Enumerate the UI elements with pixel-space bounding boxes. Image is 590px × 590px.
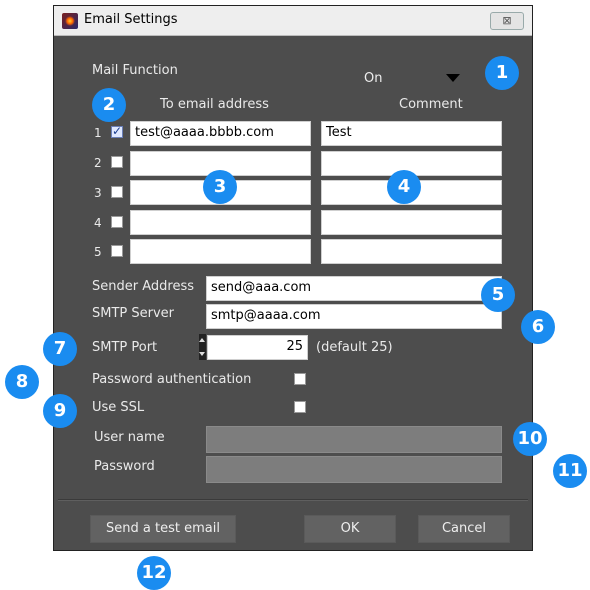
password-auth-checkbox[interactable] [294,373,306,385]
to-email-header: To email address [160,97,269,112]
sender-address-label: Sender Address [92,279,194,294]
row-number: 5 [94,245,102,259]
close-button[interactable]: ⊠ [490,12,524,30]
mail-function-dropdown[interactable]: On [358,66,468,90]
recipient-checkbox-1[interactable] [111,124,123,138]
recipient-comment-5[interactable] [321,239,502,264]
recipient-comment-1[interactable]: Test [321,121,502,146]
recipient-checkbox-4[interactable] [111,216,123,228]
callout-badge: 6 [521,310,555,344]
sender-address-input[interactable]: send@aaa.com [206,276,502,301]
cancel-button[interactable]: Cancel [418,515,510,543]
password-label: Password [94,459,155,474]
title-bar: Email Settings ⊠ [54,6,532,36]
callout-badge: 12 [137,556,171,590]
row-number: 3 [94,186,102,200]
comment-header: Comment [399,97,463,112]
row-number: 4 [94,216,102,230]
row-number: 1 [94,126,102,140]
smtp-port-hint: (default 25) [316,340,393,355]
callout-badge: 10 [513,422,547,456]
port-stepper-icon[interactable] [199,334,206,360]
callout-badge: 3 [203,170,237,204]
use-ssl-label: Use SSL [92,400,145,415]
password-auth-label: Password authentication [92,372,252,387]
recipient-checkbox-2[interactable] [111,156,123,168]
divider [58,499,528,501]
row-number: 2 [94,156,102,170]
recipient-comment-4[interactable] [321,210,502,235]
ok-button[interactable]: OK [304,515,396,543]
mail-function-value: On [364,71,383,86]
use-ssl-checkbox[interactable] [294,401,306,413]
mail-function-label: Mail Function [92,63,178,78]
recipient-checkbox-5[interactable] [111,245,123,257]
callout-badge: 4 [387,170,421,204]
recipient-email-5[interactable] [130,239,311,264]
callout-badge: 8 [5,365,39,399]
window-title: Email Settings [84,12,178,27]
recipient-email-4[interactable] [130,210,311,235]
email-settings-window: Email Settings ⊠ Mail Function On To ema… [53,5,533,551]
recipient-email-1[interactable]: test@aaaa.bbbb.com [130,121,311,146]
callout-badge: 9 [43,394,77,428]
callout-badge: 2 [92,88,126,122]
smtp-server-input[interactable]: smtp@aaaa.com [206,304,502,329]
user-name-input[interactable] [206,426,502,453]
user-name-label: User name [94,430,165,445]
recipient-checkbox-3[interactable] [111,186,123,198]
chevron-down-icon [446,74,460,82]
smtp-port-input[interactable]: 25 [207,335,308,360]
smtp-server-label: SMTP Server [92,306,175,321]
password-input[interactable] [206,456,502,483]
app-icon [62,13,78,29]
callout-badge: 7 [43,332,77,366]
callout-badge: 5 [481,278,515,312]
smtp-port-label: SMTP Port [92,340,158,355]
callout-badge: 11 [553,454,587,488]
send-test-email-button[interactable]: Send a test email [90,515,236,543]
callout-badge: 1 [485,56,519,90]
